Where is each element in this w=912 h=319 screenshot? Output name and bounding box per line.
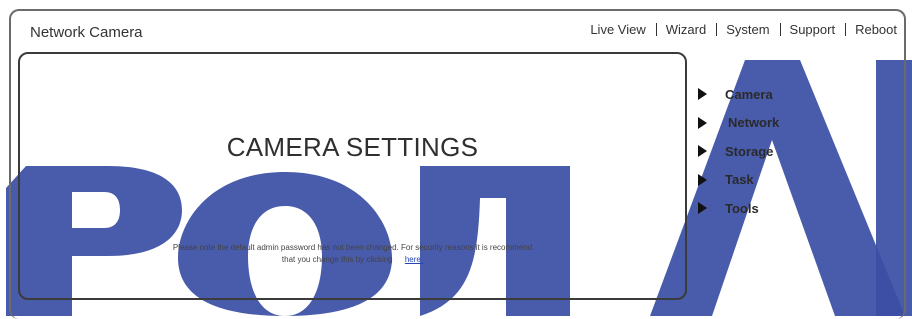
play-arrow-icon bbox=[698, 202, 707, 215]
page-title: CAMERA SETTINGS bbox=[226, 132, 479, 162]
nav-separator bbox=[655, 23, 657, 36]
app-title: Network Camera bbox=[30, 24, 143, 41]
nav-system[interactable]: System bbox=[726, 22, 769, 37]
sidebar-item-camera[interactable]: Camera bbox=[698, 80, 779, 109]
nav-reboot[interactable]: Reboot bbox=[855, 22, 897, 37]
sidebar-item-tools[interactable]: Tools bbox=[698, 194, 779, 223]
password-notice: Please note the default admin password h… bbox=[20, 242, 685, 266]
play-arrow-icon bbox=[698, 173, 707, 186]
sidebar-item-task[interactable]: Task bbox=[698, 166, 779, 195]
sidebar-item-label: Camera bbox=[725, 86, 773, 102]
settings-sidebar: Camera Network Storage Task Tools bbox=[698, 80, 779, 223]
play-arrow-icon bbox=[698, 145, 707, 158]
notice-line-2: that you change this by clicking here. bbox=[20, 254, 685, 266]
play-arrow-icon bbox=[698, 116, 707, 129]
notice-line-2-text: that you change this by clicking bbox=[281, 255, 393, 264]
sidebar-item-label: Storage bbox=[725, 143, 774, 159]
play-arrow-icon bbox=[698, 88, 707, 101]
nav-wizard[interactable]: Wizard bbox=[666, 22, 706, 37]
nav-live-view[interactable]: Live View bbox=[590, 22, 645, 37]
change-password-link[interactable]: here. bbox=[405, 255, 423, 264]
nav-separator bbox=[845, 23, 847, 36]
nav-separator bbox=[779, 23, 781, 36]
sidebar-item-network[interactable]: Network bbox=[698, 109, 779, 138]
sidebar-item-label: Task bbox=[725, 172, 754, 188]
nav-separator bbox=[716, 23, 718, 36]
notice-line-1: Please note the default admin password h… bbox=[172, 243, 533, 252]
sidebar-item-storage[interactable]: Storage bbox=[698, 137, 779, 166]
nav-support[interactable]: Support bbox=[790, 22, 836, 37]
top-navigation: Live View Wizard System Support Reboot bbox=[590, 22, 897, 37]
sidebar-item-label: Tools bbox=[725, 200, 759, 216]
sidebar-item-label: Network bbox=[728, 115, 780, 131]
settings-panel: CAMERA SETTINGS Please note the default … bbox=[18, 52, 687, 300]
